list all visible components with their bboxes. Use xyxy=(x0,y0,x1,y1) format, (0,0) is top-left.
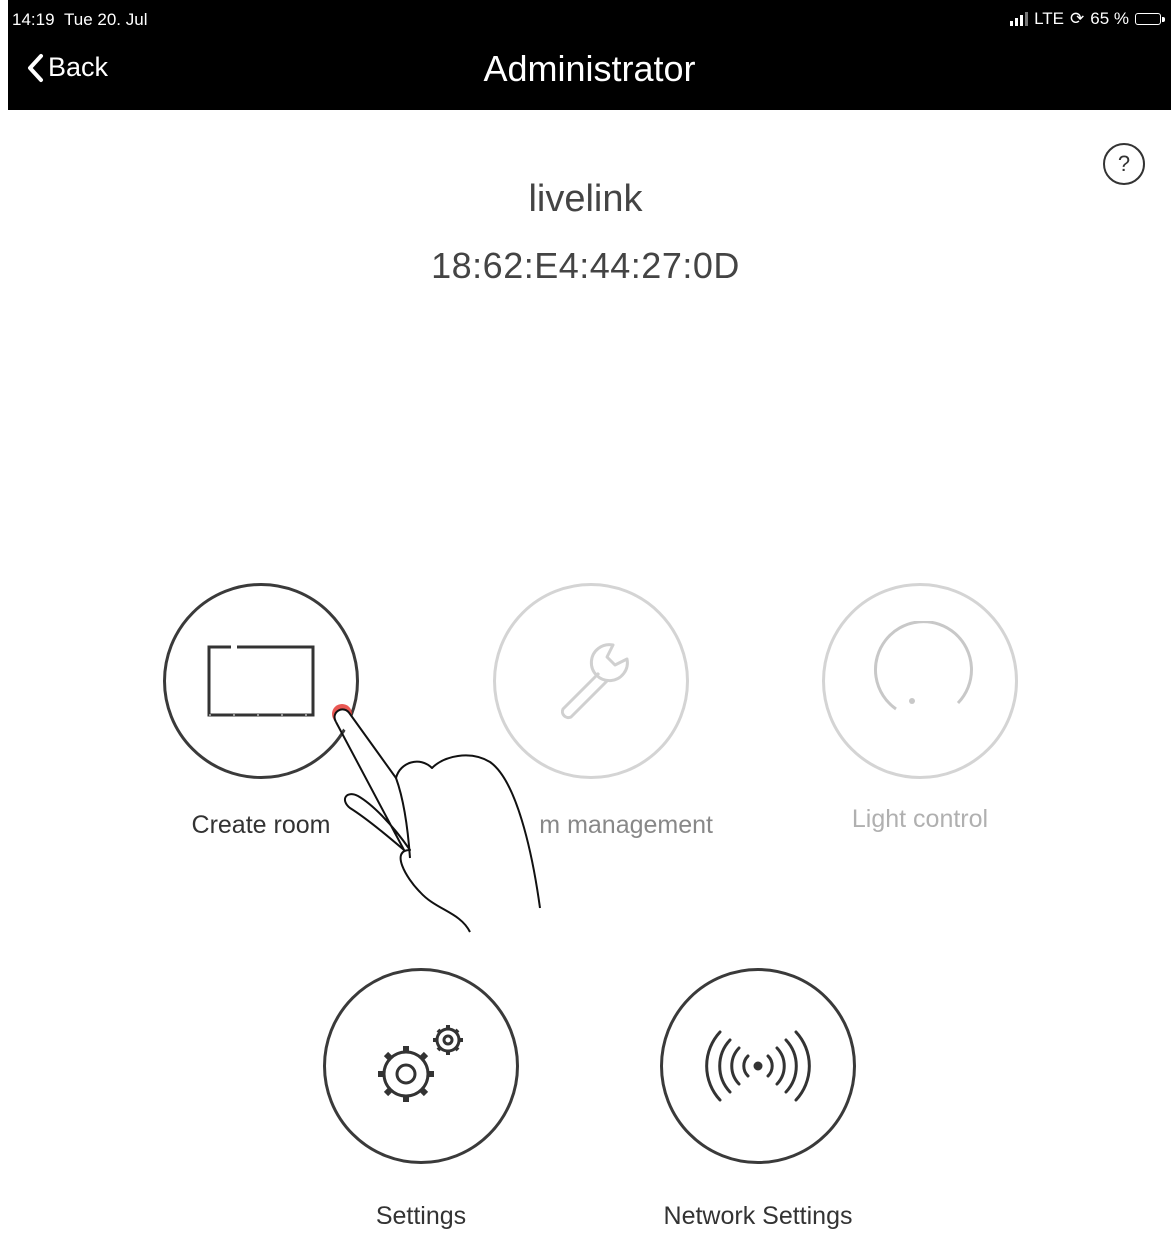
settings-label: Settings xyxy=(375,1202,467,1230)
light-control-label: Light control xyxy=(851,805,989,833)
network-settings-circle[interactable] xyxy=(660,968,856,1164)
tile-create-room[interactable]: Create room xyxy=(131,583,391,840)
room-icon xyxy=(207,645,315,717)
create-room-label: Create room xyxy=(191,811,331,839)
status-date: Tue 20. Jul xyxy=(64,10,148,29)
lock-rotation-icon: ⟳ xyxy=(1070,9,1085,28)
light-control-circle[interactable] xyxy=(822,583,1018,779)
tile-network-settings[interactable]: Network Settings xyxy=(628,968,888,1231)
battery-icon xyxy=(1135,13,1165,25)
management-circle[interactable] xyxy=(493,583,689,779)
status-bar-left: 14:19 Tue 20. Jul xyxy=(12,10,147,30)
device-mac: 18:62:E4:44:27:0D xyxy=(431,245,740,286)
page-title: Administrator xyxy=(483,48,696,89)
create-room-circle[interactable] xyxy=(163,583,359,779)
tile-settings[interactable]: Settings xyxy=(291,968,551,1231)
settings-circle[interactable] xyxy=(323,968,519,1164)
signal-icon xyxy=(1010,12,1029,26)
tile-light-control[interactable]: Light control xyxy=(790,583,1050,834)
wireless-icon xyxy=(705,1030,811,1102)
status-time: 14:19 xyxy=(12,10,55,29)
battery-percent: 65 % xyxy=(1090,9,1129,28)
network-settings-label: Network Settings xyxy=(663,1202,853,1230)
wrench-icon xyxy=(560,643,629,720)
tile-management[interactable]: m management xyxy=(461,583,721,840)
help-icon: ? xyxy=(1117,151,1131,176)
status-bar-right: LTE ⟳ 65 % xyxy=(1010,9,1165,29)
device-name: livelink xyxy=(528,178,643,220)
top-bar: 14:19 Tue 20. Jul LTE ⟳ 65 % Back Admini… xyxy=(8,0,1171,110)
gears-icon xyxy=(378,1025,463,1102)
dimmer-icon xyxy=(873,621,973,711)
management-label: m management xyxy=(539,811,713,839)
network-type: LTE xyxy=(1034,9,1064,28)
